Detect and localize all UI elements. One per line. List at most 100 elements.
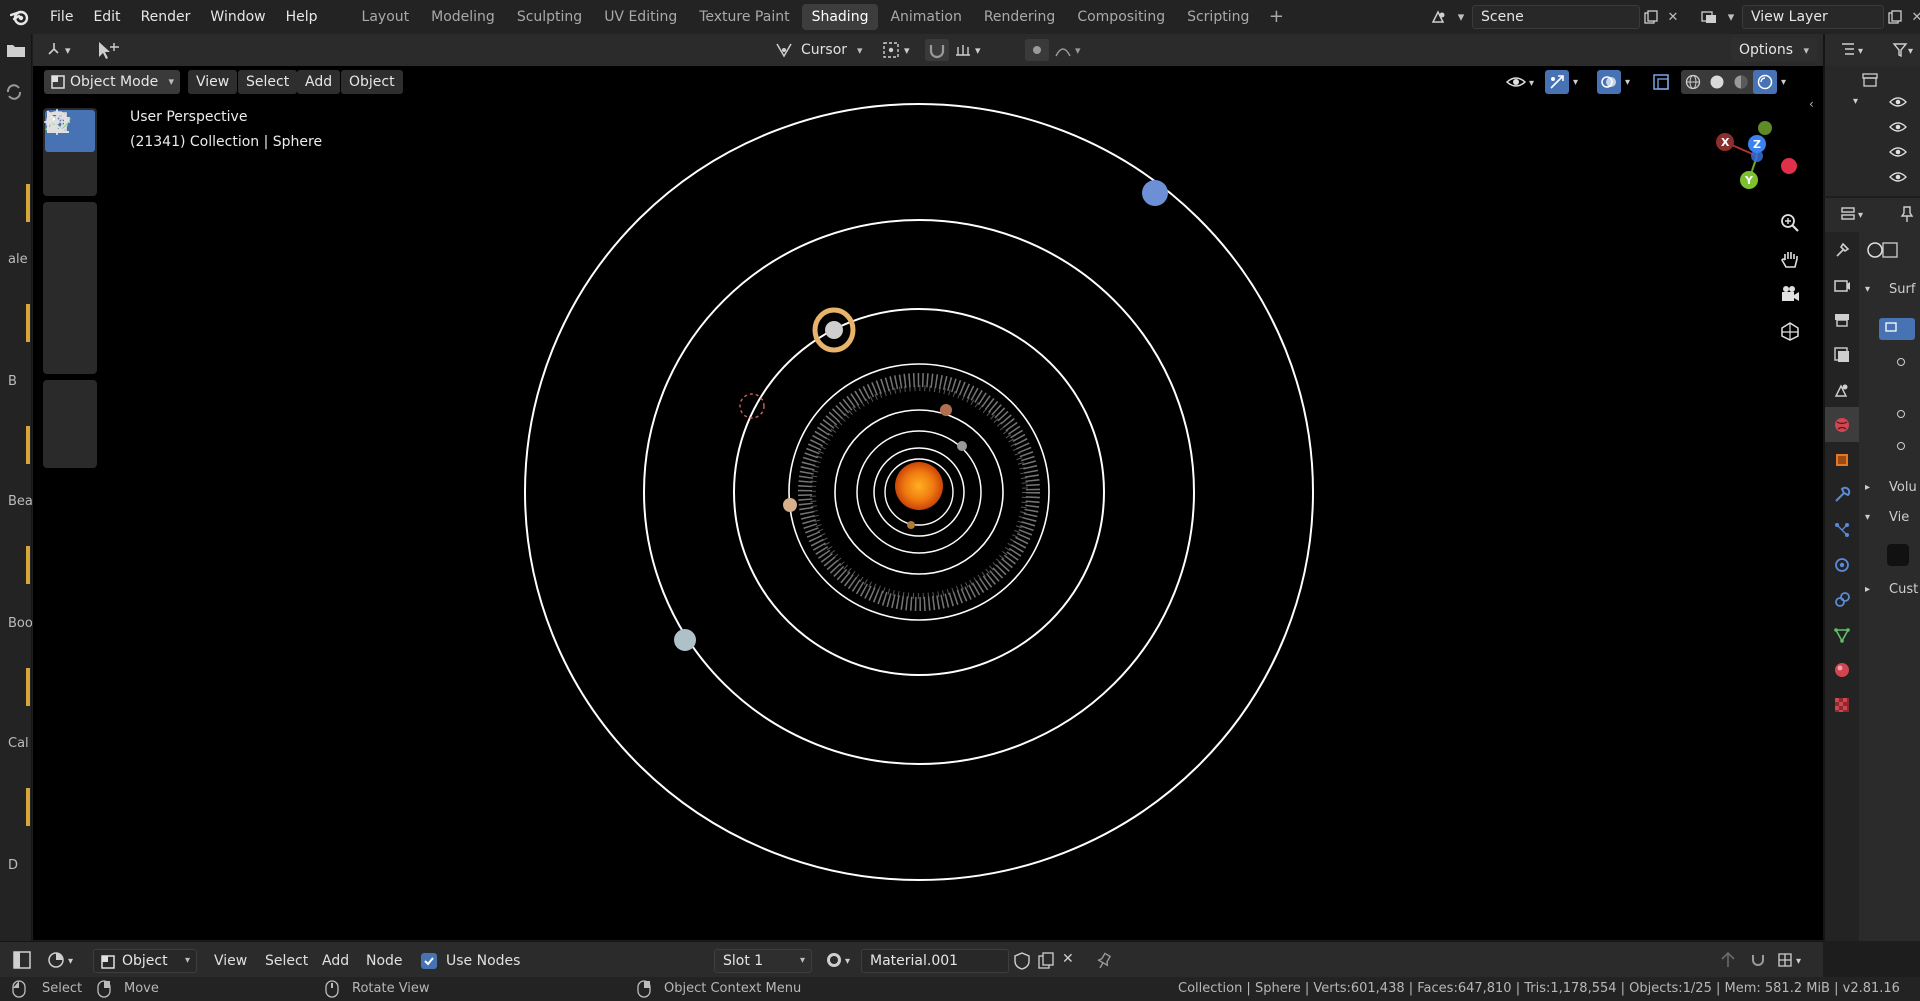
use-nodes-checkbox[interactable]	[421, 953, 437, 969]
visibility-eye-icon[interactable]	[1889, 171, 1907, 187]
material-browse-icon[interactable]: ▾	[824, 950, 858, 974]
3d-viewport[interactable]: User Perspective (21341) Collection | Sp…	[33, 66, 1823, 940]
shader-menu-view[interactable]: View	[214, 950, 247, 972]
file-label[interactable]: ale	[8, 252, 28, 267]
properties-editor-icon[interactable]: ▾	[1839, 204, 1869, 228]
navigation-gizmo[interactable]: X Z Y	[1705, 106, 1805, 206]
color-swatch[interactable]	[1887, 544, 1909, 566]
shader-menu-node[interactable]: Node	[366, 950, 403, 972]
menu-select[interactable]: Select	[238, 70, 298, 94]
tab-shading[interactable]: Shading	[801, 4, 879, 30]
shader-type-icon[interactable]: ▾	[46, 950, 82, 974]
chevron-down-icon[interactable]: ▾	[1625, 77, 1641, 88]
tab-layout[interactable]: Layout	[352, 4, 420, 30]
tab-compositing[interactable]: Compositing	[1067, 4, 1175, 30]
ortho-grid-icon[interactable]	[1779, 320, 1811, 352]
cursor-tool-icon[interactable]	[45, 110, 95, 194]
options-dropdown[interactable]: Options ▾	[1731, 38, 1818, 62]
chevron-down-icon[interactable]: ▾	[1720, 6, 1742, 28]
world-props-icon[interactable]	[1825, 407, 1859, 442]
material-shading-icon[interactable]	[1729, 74, 1753, 90]
new-scene-icon[interactable]	[1640, 6, 1662, 28]
move-tool-icon[interactable]	[45, 110, 95, 246]
shader-menu-select[interactable]: Select	[265, 950, 308, 972]
shader-object-type-dropdown[interactable]: Object ▾	[93, 949, 197, 973]
snap-toggle-icon[interactable]	[925, 39, 949, 61]
tab-rendering[interactable]: Rendering	[974, 4, 1066, 30]
tab-texture-paint[interactable]: Texture Paint	[689, 4, 799, 30]
menu-edit[interactable]: Edit	[83, 0, 130, 34]
tab-animation[interactable]: Animation	[880, 4, 971, 30]
annotate-tool-icon[interactable]	[45, 110, 95, 424]
chevron-left-icon[interactable]: ‹	[1809, 97, 1814, 111]
scene-name-field[interactable]: Scene	[1472, 5, 1640, 29]
select-box-icon[interactable]	[95, 39, 121, 65]
blender-logo-icon[interactable]	[0, 0, 40, 34]
menu-file[interactable]: File	[40, 0, 83, 34]
chevron-down-icon[interactable]: ▾	[1573, 77, 1589, 88]
gizmo-neg-x[interactable]	[1781, 158, 1797, 174]
pan-hand-icon[interactable]	[1779, 248, 1811, 280]
delete-scene-icon[interactable]: ✕	[1662, 6, 1684, 28]
expand-arrow-icon[interactable]: ▾	[1865, 284, 1870, 295]
data-props-icon[interactable]	[1825, 617, 1859, 652]
overlays-toggle-icon[interactable]	[1597, 70, 1621, 94]
menu-window[interactable]: Window	[200, 0, 275, 34]
planet-saturn[interactable]	[812, 307, 856, 353]
planet-neptune[interactable]	[1142, 180, 1168, 206]
transform-orientation[interactable]: Cursor ▾	[773, 38, 863, 62]
modifier-props-icon[interactable]	[1825, 477, 1859, 512]
menu-view[interactable]: View	[188, 70, 238, 94]
texture-props-icon[interactable]	[1825, 687, 1859, 722]
menu-render[interactable]: Render	[131, 0, 201, 34]
expand-arrow-icon[interactable]: ▾	[1853, 96, 1858, 107]
file-label[interactable]: Boo	[8, 616, 33, 631]
visibility-eye-icon[interactable]	[1889, 121, 1907, 137]
new-view-layer-icon[interactable]	[1884, 6, 1906, 28]
tab-sculpting[interactable]: Sculpting	[507, 4, 592, 30]
pin-icon[interactable]	[1094, 951, 1114, 975]
add-workspace-icon[interactable]: +	[1265, 6, 1287, 28]
measure-tool-icon[interactable]	[45, 111, 95, 466]
menu-help[interactable]: Help	[276, 0, 328, 34]
filter-icon[interactable]: ▾	[1891, 40, 1917, 64]
menu-object[interactable]: Object	[341, 70, 403, 94]
camera-icon[interactable]	[1779, 284, 1811, 316]
folder-icon[interactable]	[6, 42, 26, 62]
planet-jupiter[interactable]	[783, 498, 797, 512]
socket-icon[interactable]	[1897, 358, 1905, 366]
planet-venus[interactable]	[957, 441, 967, 451]
snap-icon[interactable]	[1748, 950, 1768, 974]
planet-mars[interactable]	[940, 404, 952, 416]
pivot-point-icon[interactable]: ▾	[881, 40, 917, 64]
outliner-editor-icon[interactable]: ▾	[1839, 40, 1869, 64]
material-name-field[interactable]: Material.001	[861, 949, 1009, 973]
fake-user-shield-icon[interactable]	[1012, 951, 1032, 975]
scale-tool-icon[interactable]	[45, 112, 95, 330]
delete-view-layer-icon[interactable]: ✕	[1906, 6, 1920, 28]
material-props-icon[interactable]	[1825, 652, 1859, 687]
tool-props-icon[interactable]	[1825, 232, 1859, 267]
socket-icon[interactable]	[1897, 410, 1905, 418]
visibility-eye-icon[interactable]: ▾	[1503, 70, 1541, 94]
solid-shading-icon[interactable]	[1705, 74, 1729, 90]
constraints-props-icon[interactable]	[1825, 582, 1859, 617]
render-props-icon[interactable]	[1825, 267, 1859, 302]
tab-uv-editing[interactable]: UV Editing	[594, 4, 687, 30]
expand-arrow-icon[interactable]: ▾	[1865, 512, 1870, 523]
editor-type-icon[interactable]	[12, 950, 32, 974]
parent-node-tree-icon[interactable]	[1718, 950, 1738, 974]
file-label[interactable]: Bea	[8, 494, 33, 509]
view-layer-browse-icon[interactable]	[1698, 6, 1720, 28]
world-browse-icon[interactable]	[1865, 240, 1901, 264]
falloff-icon[interactable]: ▾	[1053, 40, 1089, 64]
wireframe-shading-icon[interactable]	[1681, 74, 1705, 90]
scene-browse-icon[interactable]	[1428, 6, 1450, 28]
sun[interactable]	[895, 462, 943, 510]
section-volume[interactable]: Volu	[1889, 480, 1917, 495]
file-label[interactable]: B	[8, 374, 17, 389]
proportional-edit-icon[interactable]	[1025, 39, 1049, 61]
slot-dropdown[interactable]: Slot 1 ▾	[714, 949, 812, 973]
scene-props-icon[interactable]	[1825, 372, 1859, 407]
menu-add[interactable]: Add	[297, 70, 341, 94]
